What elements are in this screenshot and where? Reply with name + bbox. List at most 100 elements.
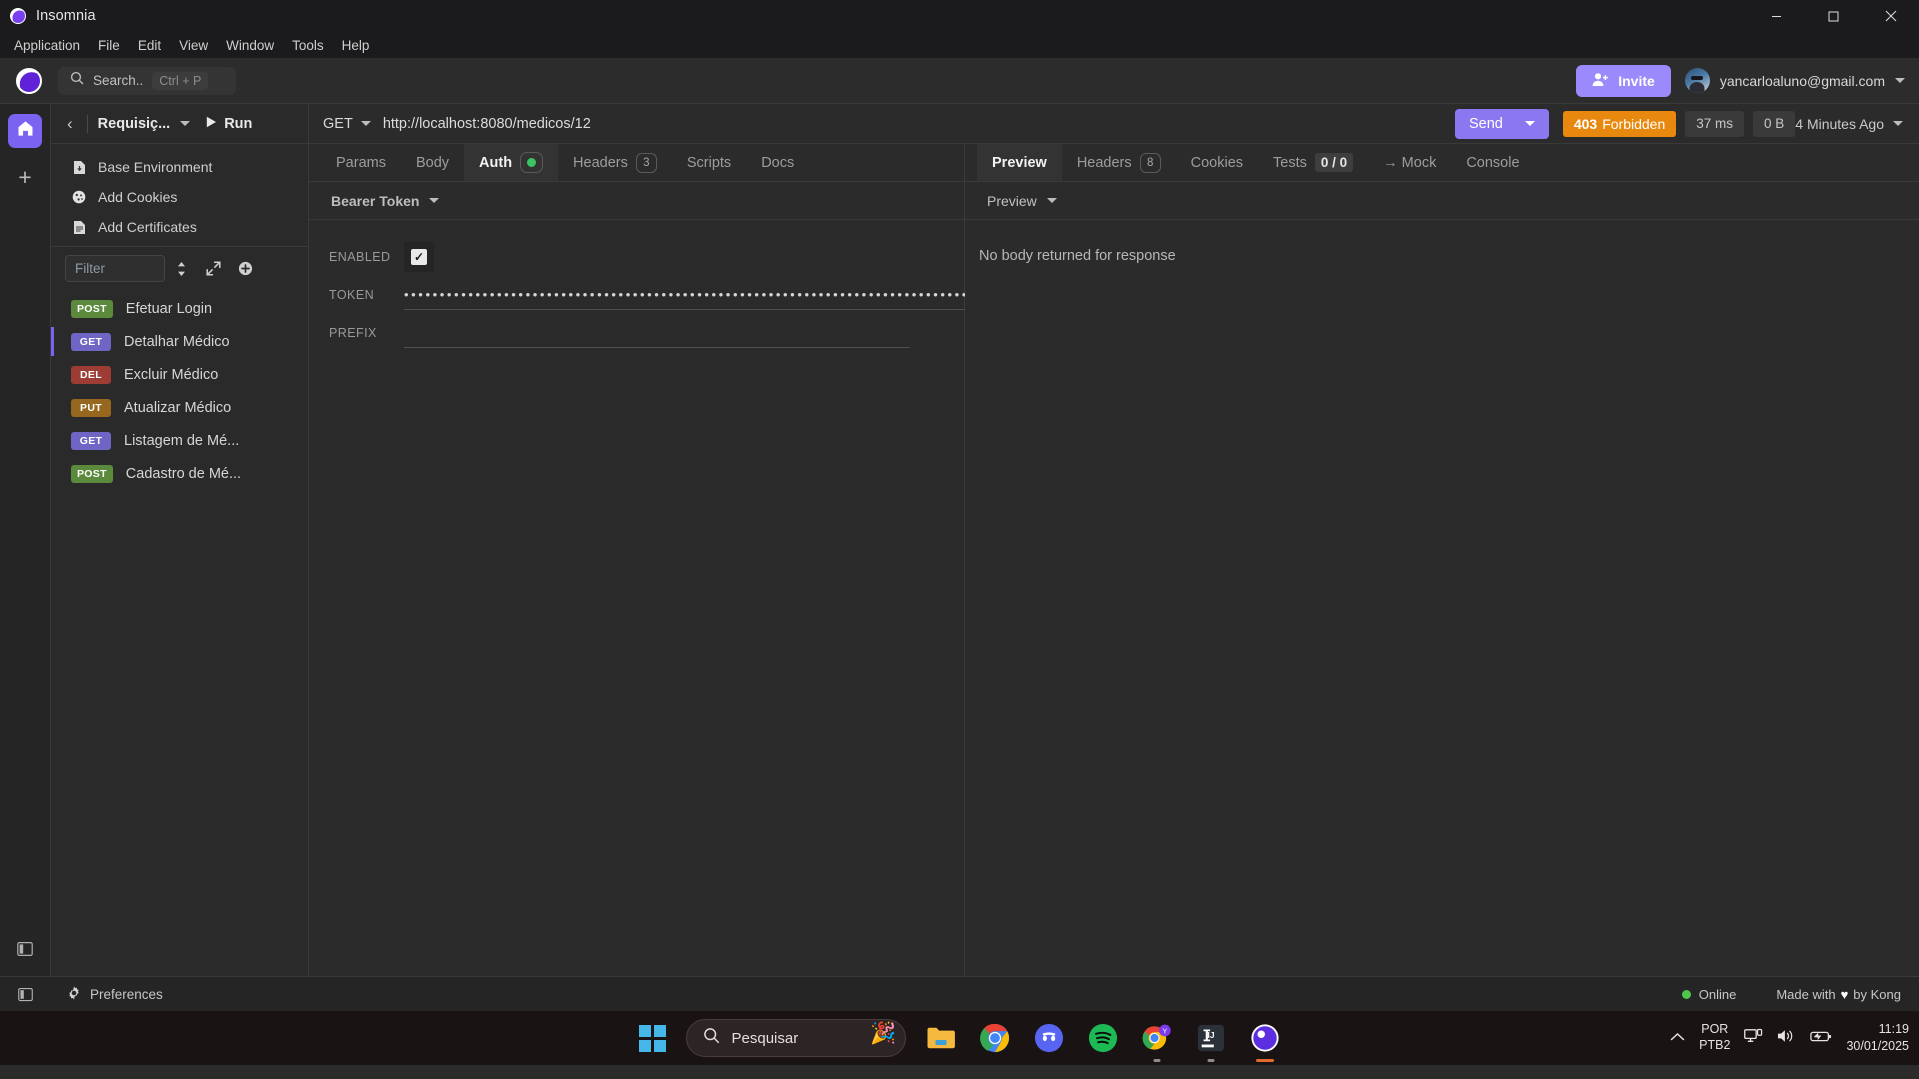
chevron-down-icon [1895, 78, 1905, 83]
tab-cookies[interactable]: Cookies [1176, 144, 1258, 181]
request-group-name[interactable]: Requisiç... [98, 116, 171, 132]
enabled-checkbox-cell[interactable]: ✓ [404, 242, 434, 272]
clock[interactable]: 11:19 30/01/2025 [1846, 1021, 1909, 1055]
method-badge: GET [71, 431, 111, 450]
menubar: Application File Edit View Window Tools … [0, 32, 1919, 58]
method-label: GET [323, 115, 353, 132]
request-label: Listagem de Mé... [124, 432, 240, 449]
battery-icon[interactable] [1810, 1029, 1832, 1048]
menu-view[interactable]: View [171, 35, 216, 56]
tab-scripts[interactable]: Scripts [672, 144, 746, 181]
close-button[interactable] [1862, 0, 1919, 32]
back-chevron-icon[interactable]: ‹ [63, 115, 77, 132]
tab-label: Preview [992, 154, 1047, 171]
invite-button[interactable]: Invite [1576, 64, 1671, 97]
url-bar: GET http://localhost:8080/medicos/12 Sen… [309, 104, 1919, 144]
response-history-dropdown[interactable]: 4 Minutes Ago [1795, 116, 1919, 132]
list-item[interactable]: GET Detalhar Médico [51, 325, 308, 358]
prefix-input[interactable] [404, 318, 910, 348]
search-input[interactable]: Search.. Ctrl + P [58, 66, 236, 95]
time-ago-label: 4 Minutes Ago [1795, 115, 1884, 132]
cookie-icon [71, 189, 87, 205]
method-selector[interactable]: GET [323, 116, 371, 132]
tab-docs[interactable]: Docs [746, 144, 809, 181]
start-button[interactable] [636, 1021, 670, 1055]
search-shortcut: Ctrl + P [152, 71, 209, 90]
add-request-button[interactable] [229, 255, 261, 282]
taskbar-center-group: Pesquisar 🎉 Y IJ [636, 1019, 1284, 1062]
tab-params[interactable]: Params [321, 144, 401, 181]
show-hidden-icons-button[interactable] [1670, 1029, 1685, 1047]
tab-console[interactable]: Console [1451, 144, 1534, 181]
taskbar-app-chrome-profile[interactable]: Y [1138, 1019, 1176, 1062]
app-active-indicator [1255, 1059, 1274, 1062]
language-indicator[interactable]: POR PTB2 [1699, 1022, 1730, 1053]
auth-form: ENABLED ✓ TOKEN ••••••••••••••••••••••••… [309, 220, 1303, 976]
auth-type-label[interactable]: Bearer Token [331, 193, 419, 209]
sidebar-item-add-certificates[interactable]: Add Certificates [51, 212, 308, 242]
response-view-mode[interactable]: Preview [987, 193, 1037, 209]
chevron-down-icon[interactable] [429, 198, 440, 203]
minimize-button[interactable] [1748, 0, 1805, 32]
certificate-icon [71, 219, 87, 235]
account-menu[interactable]: yancarloaluno@gmail.com [1684, 68, 1905, 93]
menu-help[interactable]: Help [334, 35, 378, 56]
taskbar-app-insomnia[interactable] [1246, 1019, 1284, 1062]
network-icon[interactable] [1744, 1028, 1763, 1049]
maximize-button[interactable] [1805, 0, 1862, 32]
taskbar-app-intellij-idea[interactable]: IJ [1192, 1019, 1230, 1062]
chevron-down-icon [1893, 121, 1903, 126]
person-add-icon [1592, 72, 1609, 90]
sidebar-item-label: Base Environment [98, 159, 213, 175]
taskbar-app-spotify[interactable] [1084, 1019, 1122, 1057]
chevron-down-icon[interactable] [1046, 198, 1057, 203]
tab-auth[interactable]: Auth [464, 144, 559, 181]
sidebar-toggle-button[interactable] [0, 987, 51, 1002]
sidebar-item-base-environment[interactable]: Base Environment [51, 152, 308, 182]
taskbar-app-file-explorer[interactable] [922, 1019, 960, 1057]
list-item[interactable]: GET Listagem de Mé... [51, 424, 308, 457]
rail-add-button[interactable]: + [8, 160, 42, 194]
workspace-logo-icon[interactable] [16, 67, 42, 94]
tab-body[interactable]: Body [401, 144, 464, 181]
search-icon [70, 71, 84, 90]
run-button[interactable]: Run [206, 116, 252, 132]
sidebar-header: ‹ Requisiç... Run [51, 104, 308, 144]
preferences-button[interactable]: Preferences [51, 986, 163, 1003]
request-pane: Params Body Auth Headers 3 Scripts Docs … [309, 144, 1303, 976]
menu-file[interactable]: File [90, 35, 128, 56]
taskbar-app-discord[interactable] [1030, 1019, 1068, 1057]
menu-edit[interactable]: Edit [130, 35, 169, 56]
chevron-down-icon[interactable] [180, 121, 191, 126]
tab-tests[interactable]: Tests 0 / 0 [1258, 144, 1368, 181]
send-button[interactable]: Send [1454, 108, 1549, 139]
expand-button[interactable] [197, 255, 229, 282]
tab-response-headers[interactable]: Headers 8 [1062, 144, 1176, 181]
response-meta: 403 Forbidden 37 ms 0 B [1562, 110, 1796, 137]
menu-tools[interactable]: Tools [284, 35, 332, 56]
rail-panel-toggle[interactable] [17, 941, 33, 962]
clock-time: 11:19 [1878, 1022, 1909, 1037]
method-badge: PUT [71, 398, 111, 417]
tab-preview[interactable]: Preview [977, 144, 1062, 181]
sidebar-item-add-cookies[interactable]: Add Cookies [51, 182, 308, 212]
list-item[interactable]: POST Cadastro de Mé... [51, 457, 308, 490]
menu-window[interactable]: Window [218, 35, 282, 56]
sort-button[interactable] [165, 255, 197, 282]
toolbar-right-group: Invite yancarloaluno@gmail.com [1576, 64, 1905, 97]
taskbar-search-input[interactable]: Pesquisar 🎉 [685, 1019, 906, 1057]
tab-label: Headers [573, 154, 628, 171]
tab-headers[interactable]: Headers 3 [558, 144, 672, 181]
menu-application[interactable]: Application [6, 35, 88, 56]
filter-input[interactable] [65, 255, 165, 282]
list-item[interactable]: POST Efetuar Login [51, 292, 308, 325]
list-item[interactable]: DEL Excluir Médico [51, 358, 308, 391]
taskbar-app-chrome[interactable] [976, 1019, 1014, 1057]
list-item[interactable]: PUT Atualizar Médico [51, 391, 308, 424]
volume-icon[interactable] [1777, 1028, 1796, 1049]
tab-mock[interactable]: → Mock [1368, 144, 1451, 181]
sidebar-item-label: Add Certificates [98, 219, 197, 235]
enabled-value: ✓ [404, 242, 944, 272]
rail-home-button[interactable] [8, 114, 42, 148]
url-input[interactable]: http://localhost:8080/medicos/12 [383, 116, 1455, 132]
